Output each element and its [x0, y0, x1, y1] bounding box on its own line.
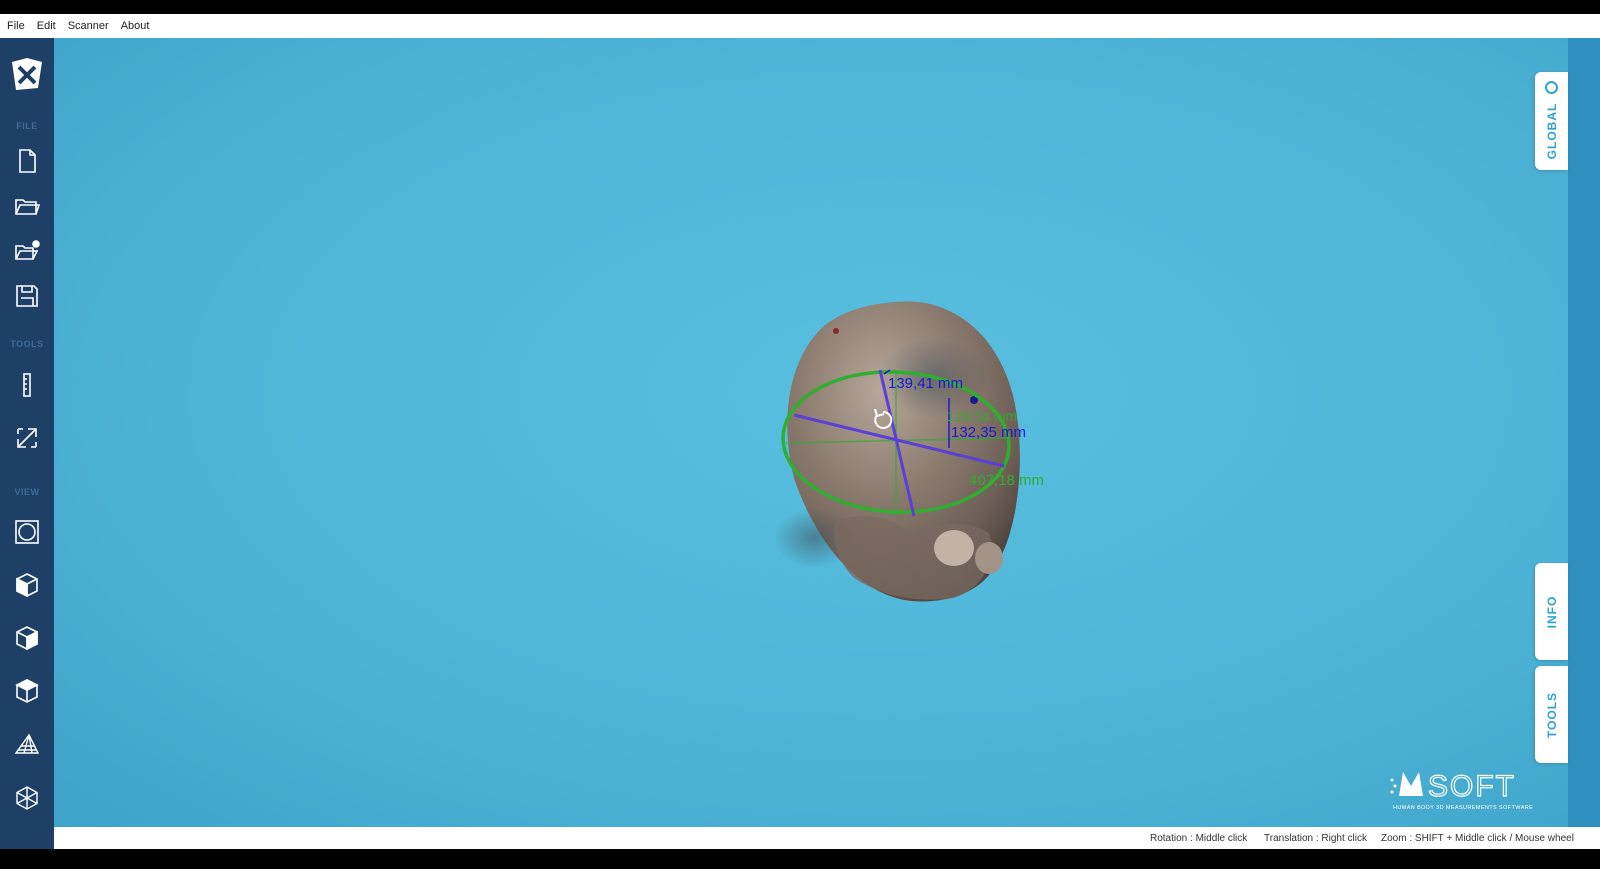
view-cube-top-icon [15, 679, 39, 703]
measurement-label-1: 139,41 mm [888, 375, 963, 392]
brand-name: SOFT [1428, 770, 1516, 803]
perspective-grid-icon [14, 733, 40, 754]
status-translation: Translation : Right click [1264, 833, 1367, 844]
view-cube-left-icon [16, 573, 38, 598]
measurement-label-4: 407,18 mm [969, 472, 1044, 489]
open-recent-button[interactable] [9, 234, 45, 268]
view-front-icon [15, 520, 39, 544]
save-icon [16, 285, 38, 307]
resize-tool-button[interactable] [9, 421, 45, 455]
status-rotation: Rotation : Middle click [1150, 833, 1248, 844]
save-button[interactable] [9, 279, 45, 313]
menu-edit[interactable]: Edit [30, 20, 61, 32]
msoft-brand-logo: SOFT HUMAN BODY 3D MEASUREMENTS SOFTWARE [1390, 769, 1533, 811]
status-bar: Rotation : Middle click Translation : Ri… [54, 827, 1600, 849]
app-logo-icon [12, 58, 42, 90]
section-label-view: VIEW [14, 487, 40, 497]
tab-global-label: GLOBAL [1544, 102, 1559, 160]
wireframe-button[interactable] [9, 781, 45, 815]
new-file-button[interactable] [9, 144, 45, 178]
tab-info[interactable]: INFO [1535, 563, 1568, 660]
brand-tagline: HUMAN BODY 3D MEASUREMENTS SOFTWARE [1393, 805, 1533, 811]
status-zoom: Zoom : SHIFT + Middle click / Mouse whee… [1381, 833, 1574, 844]
ruler-icon [23, 373, 31, 397]
menu-file[interactable]: File [0, 20, 30, 32]
tab-info-label: INFO [1544, 595, 1559, 628]
globe-icon [1545, 81, 1558, 94]
open-recent-icon [15, 240, 40, 260]
tab-global[interactable]: GLOBAL [1535, 72, 1568, 170]
view-front-button[interactable] [9, 515, 45, 549]
open-folder-button[interactable] [9, 189, 45, 223]
tab-tools[interactable]: TOOLS [1535, 666, 1568, 763]
menu-scanner[interactable]: Scanner [61, 20, 114, 32]
head-scan-model[interactable]: 139,41 mm 128,54 mm 132,35 mm 407,18 mm [54, 38, 1568, 827]
measurement-label-3: 128,54 mm [947, 408, 1017, 424]
3d-viewport[interactable]: 139,41 mm 128,54 mm 132,35 mm 407,18 mm … [54, 38, 1568, 827]
menu-about[interactable]: About [114, 20, 155, 32]
measurement-label-2: 132,35 mm [951, 424, 1026, 441]
menu-bar: File Edit Scanner About [0, 14, 1600, 39]
open-folder-icon [15, 199, 41, 215]
wireframe-icon [16, 786, 38, 810]
left-toolbar: FILE TOOLS VIEW [0, 38, 54, 869]
new-file-icon [19, 149, 36, 173]
view-top-button[interactable] [9, 674, 45, 708]
view-left-button[interactable] [9, 568, 45, 602]
perspective-button[interactable] [9, 728, 45, 762]
view-right-button[interactable] [9, 621, 45, 655]
resize-icon [17, 428, 37, 448]
ruler-tool-button[interactable] [9, 368, 45, 402]
tab-tools-label: TOOLS [1544, 691, 1559, 738]
view-cube-right-icon [16, 626, 38, 651]
section-label-file: FILE [16, 121, 38, 131]
window-bottom-bar [0, 849, 1600, 869]
window-top-bar [0, 0, 1600, 14]
section-label-tools: TOOLS [10, 339, 44, 349]
right-panel-strip [1568, 38, 1600, 827]
